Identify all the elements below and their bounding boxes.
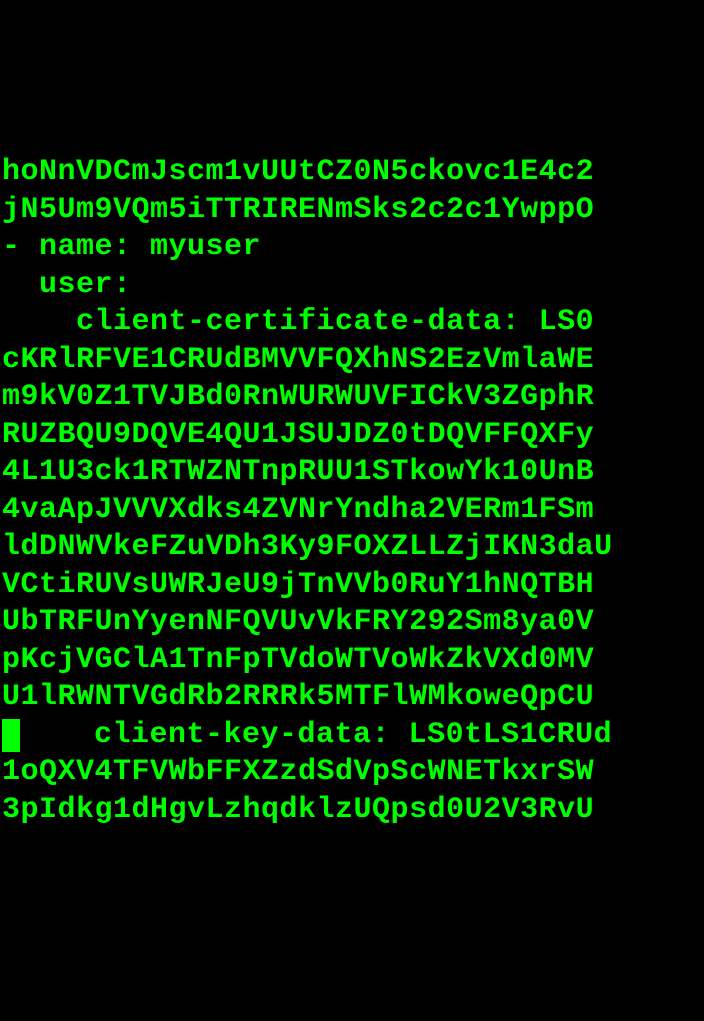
terminal-line: VCtiRUVsUWRJeU9jTnVVb0RuY1hNQTBH: [2, 567, 702, 605]
terminal-line: 3pIdkg1dHgvLzhqdklzUQpsd0U2V3RvU: [2, 792, 702, 830]
terminal-line: RUZBQU9DQVE4QU1JSUJDZ0tDQVFFQXFy: [2, 417, 702, 455]
terminal-text: client-key-data: LS0tLS1CRUd: [20, 718, 612, 752]
terminal-line: 4L1U3ck1RTWZNTnpRUU1STkowYk10UnB: [2, 454, 702, 492]
terminal-line: ldDNWVkeFZuVDh3Ky9FOXZLLZjIKN3daU: [2, 529, 702, 567]
terminal-line: jN5Um9VQm5iTTRIRENmSks2c2c1YwppO: [2, 192, 702, 230]
terminal-line: 4vaApJVVVXdks4ZVNrYndha2VERm1FSm: [2, 492, 702, 530]
terminal-line: client-key-data: LS0tLS1CRUd: [2, 717, 702, 755]
terminal-cursor: [2, 719, 20, 752]
terminal-line: UbTRFUnYyenNFQVUvVkFRY292Sm8ya0V: [2, 604, 702, 642]
terminal-line: 1oQXV4TFVWbFFXZzdSdVpScWNETkxrSW: [2, 754, 702, 792]
terminal-line: cKRlRFVE1CRUdBMVVFQXhNS2EzVmlaWE: [2, 342, 702, 380]
terminal-line: - name: myuser: [2, 229, 702, 267]
terminal-line: client-certificate-data: LS0: [2, 304, 702, 342]
terminal-line: U1lRWNTVGdRb2RRRk5MTFlWMkoweQpCU: [2, 679, 702, 717]
terminal-line: pKcjVGClA1TnFpTVdoWTVoWkZkVXd0MV: [2, 642, 702, 680]
terminal-line: user:: [2, 267, 702, 305]
terminal-line: m9kV0Z1TVJBd0RnWURWUVFICkV3ZGphR: [2, 379, 702, 417]
terminal-line: hoNnVDCmJscm1vUUtCZ0N5ckovc1E4c2: [2, 154, 702, 192]
